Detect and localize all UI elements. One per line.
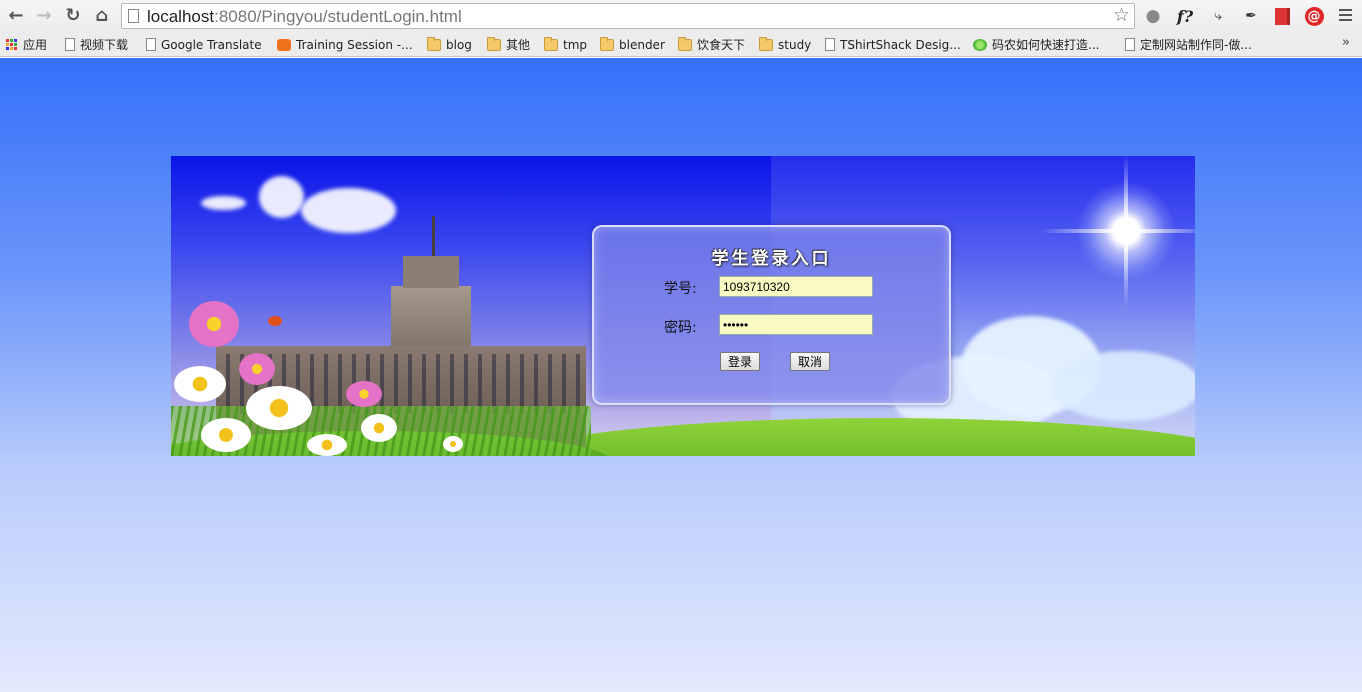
bookmark-label: 定制网站制作同-做... [1140,38,1252,52]
flower-image [189,301,239,347]
font-finder-extension-icon[interactable]: f? [1175,6,1195,26]
home-icon[interactable]: ⌂ [90,4,114,28]
flower-image [246,386,312,430]
page-background: 学生登录入口 学号: 密码: 登录 取消 [0,58,1362,692]
folder-icon [678,36,692,51]
globe-extension-icon[interactable]: ● [1143,6,1163,26]
url-path: :8080/Pingyou/studentLogin.html [214,7,462,26]
bookmark-folder[interactable]: tmp [544,36,587,53]
cloud-image [201,196,246,210]
butterfly-image [268,316,282,326]
folder-icon [427,36,441,51]
bookmark-folder[interactable]: blender [600,36,665,53]
folder-icon [487,36,501,51]
cloud-image [301,188,396,233]
address-bar[interactable]: localhost:8080/Pingyou/studentLogin.html… [121,3,1135,29]
login-button[interactable]: 登录 [720,352,760,371]
sun-image [1076,181,1176,281]
bookmark-label: Training Session -... [296,37,413,52]
flower-image [201,418,251,452]
bookmark-item[interactable]: 定制网站制作同-做... [1125,36,1252,53]
flower-image [307,434,347,456]
page-icon [1125,38,1135,51]
page-icon [128,9,139,23]
bookmark-item[interactable]: 视频下载 [65,36,128,53]
menu-icon[interactable] [1339,9,1352,21]
bookmark-item[interactable]: 码农如何快速打造... [973,36,1099,53]
url-host: localhost [147,7,215,26]
flower-image [361,414,397,442]
bookmark-star-icon[interactable]: ☆ [1113,6,1130,25]
bookmark-label: tmp [563,37,588,52]
apps-grid-icon [6,38,18,51]
mail-extension-icon[interactable]: @ [1304,6,1324,26]
cancel-button[interactable]: 取消 [790,352,830,371]
bookmark-label: 饮食天下 [697,38,746,52]
bookmark-item[interactable]: Google Translate [146,36,262,53]
flower-image [443,436,463,452]
flower-image [346,381,382,407]
bookmark-folder[interactable]: blog [427,36,472,53]
login-banner: 学生登录入口 学号: 密码: 登录 取消 [171,156,1195,456]
bookmark-label: study [778,37,812,52]
forward-arrow-icon[interactable]: → [32,4,56,28]
url-text[interactable]: localhost:8080/Pingyou/studentLogin.html [147,7,462,27]
bookmark-label: TShirtShack Desig... [840,37,961,52]
bookmark-label: Google Translate [161,37,262,52]
student-id-input[interactable] [719,276,873,297]
bookmark-label: 其他 [506,38,531,52]
bookmarks-overflow-chevron[interactable]: » [1342,35,1350,50]
password-label: 密码: [664,320,697,336]
eyedropper-extension-icon[interactable]: ✒ [1241,6,1261,26]
book-extension-icon[interactable] [1272,6,1292,26]
bookmark-folder[interactable]: 饮食天下 [678,36,745,53]
training-icon [277,38,291,51]
browser-toolbar: ← → ↻ ⌂ localhost:8080/Pingyou/studentLo… [0,0,1362,32]
student-id-label: 学号: [664,281,697,297]
wrench-extension-icon[interactable]: ⤷ [1208,6,1228,26]
flower-image [174,366,226,402]
bookmark-label: 应用 [23,38,48,52]
password-input[interactable] [719,314,873,335]
bookmark-label: blender [619,37,665,52]
reload-icon[interactable]: ↻ [61,4,85,28]
bookmark-folder[interactable]: 其他 [487,36,530,53]
login-panel: 学生登录入口 学号: 密码: 登录 取消 [592,225,951,405]
bookmark-apps[interactable]: 应用 [6,36,47,53]
bookmark-label: 视频下载 [80,38,129,52]
bookmark-item[interactable]: TShirtShack Desig... [825,36,961,53]
bookmark-folder[interactable]: study [759,36,811,53]
page-icon [825,38,835,51]
flower-image [239,353,275,385]
bookmark-label: blog [446,37,472,52]
login-title: 学生登录入口 [711,249,832,269]
bookmarks-bar: 应用 视频下载 Google Translate Training Sessio… [0,32,1362,57]
cloud-image [1051,351,1195,421]
bookmark-label: 码农如何快速打造... [992,38,1100,52]
green-flower-icon [973,38,987,51]
page-icon [65,38,75,51]
folder-icon [759,36,773,51]
folder-icon [600,36,614,51]
bookmark-item[interactable]: Training Session -... [277,36,413,53]
cloud-image [259,176,304,218]
back-arrow-icon[interactable]: ← [4,4,28,28]
folder-icon [544,36,558,51]
page-icon [146,38,156,51]
